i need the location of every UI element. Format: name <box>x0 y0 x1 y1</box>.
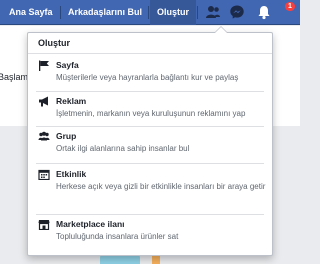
flag-icon <box>39 60 49 71</box>
create-ad-title: Reklam <box>56 96 87 106</box>
calendar-icon <box>38 169 50 180</box>
create-marketplace-listing-item[interactable]: Marketplace ilanı Topluluğunda insanlara… <box>28 216 272 248</box>
menu-divider <box>36 214 264 215</box>
create-page-description: Müşterilerle veya hayranlarla bağlantı k… <box>56 73 239 82</box>
home-link[interactable]: Ana Sayfa <box>9 0 53 25</box>
create-page-title: Sayfa <box>56 60 79 70</box>
notifications-bell-icon[interactable] <box>256 4 272 20</box>
create-label: Oluştur <box>157 7 190 17</box>
create-event-title: Etkinlik <box>56 169 87 179</box>
dropdown-header: Oluştur <box>28 33 272 54</box>
create-marketplace-title: Marketplace ilanı <box>56 219 125 229</box>
menu-divider <box>36 126 264 127</box>
nav-divider <box>60 6 61 19</box>
friend-requests-icon[interactable] <box>205 4 221 20</box>
create-group-item[interactable]: Grup Ortak ilgi alanlarına sahip insanla… <box>28 128 272 160</box>
group-icon <box>38 131 50 141</box>
create-page-item[interactable]: Sayfa Müşterilerle veya hayranlarla bağl… <box>28 57 272 89</box>
find-friends-link[interactable]: Arkadaşlarını Bul <box>68 0 142 25</box>
create-group-description: Ortak ilgi alanlarına sahip insanlar bul <box>56 144 190 153</box>
shop-icon <box>38 220 50 230</box>
top-navigation-bar: Ana Sayfa Arkadaşlarını Bul Oluştur 1 <box>0 0 300 25</box>
menu-divider <box>36 163 264 164</box>
create-menu-button[interactable]: Oluştur <box>150 0 196 25</box>
nav-divider <box>148 6 149 19</box>
notification-count-badge: 1 <box>285 2 295 11</box>
background-partial-text: Başlam <box>0 72 29 82</box>
create-ad-description: İşletmenin, markanın veya kuruluşunun re… <box>56 109 246 118</box>
create-dropdown-menu: Oluştur Sayfa Müşterilerle veya hayranla… <box>27 26 273 256</box>
create-ad-item[interactable]: Reklam İşletmenin, markanın veya kuruluş… <box>28 93 272 125</box>
nav-divider <box>197 6 198 19</box>
megaphone-icon <box>39 96 48 107</box>
create-event-description: Herkese açık veya gizli bir etkinlikle i… <box>56 182 266 191</box>
create-event-item[interactable]: Etkinlik Herkese açık veya gizli bir etk… <box>28 166 272 212</box>
messenger-icon[interactable] <box>229 4 245 20</box>
create-group-title: Grup <box>56 131 77 141</box>
create-marketplace-description: Topluluğunda insanlara ürünler sat <box>56 232 179 241</box>
menu-divider <box>36 91 264 92</box>
